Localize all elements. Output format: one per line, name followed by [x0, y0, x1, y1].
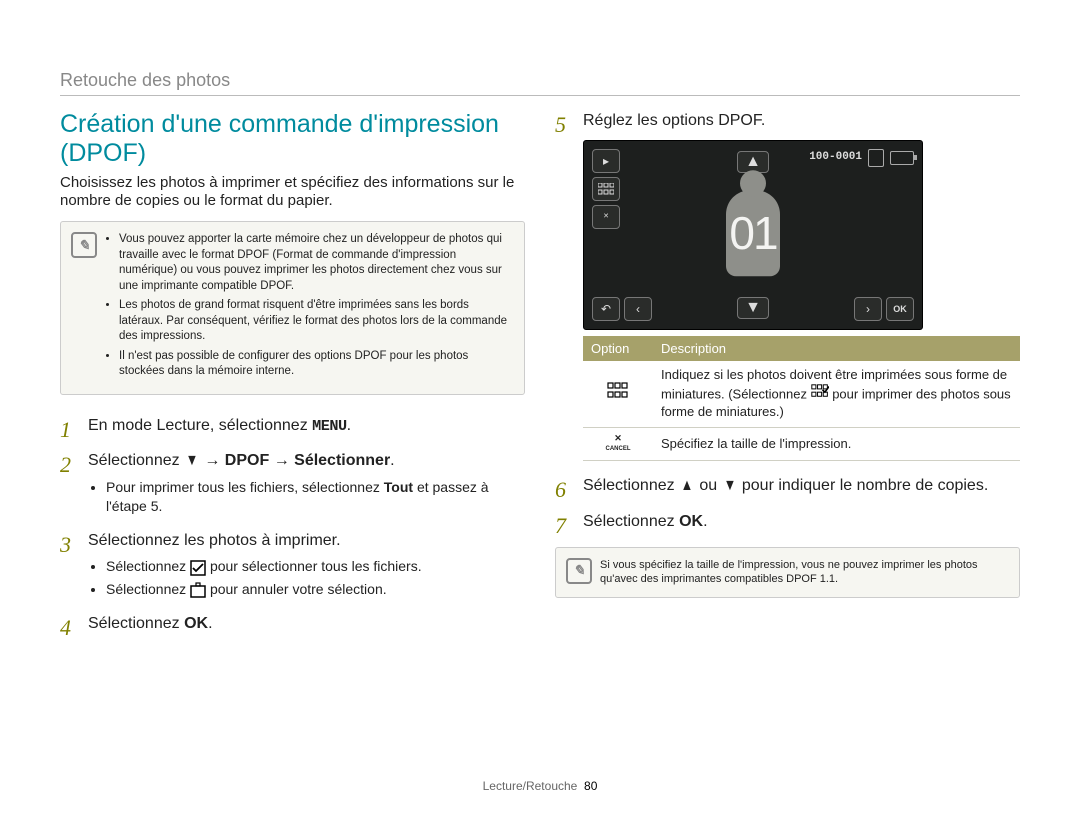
step-text: . [347, 417, 351, 434]
step-bold: DPOF [225, 452, 269, 469]
file-number: 100-0001 [809, 150, 862, 165]
ok-icon: OK [184, 613, 208, 635]
step-text: Sélectionnez les photos à imprimer. [88, 532, 341, 549]
step-1: En mode Lecture, sélectionnez MENU. [60, 415, 525, 437]
step-text: Réglez les options DPOF. [583, 112, 765, 129]
grid-icon [607, 382, 629, 400]
deselect-icon [190, 582, 206, 598]
chevron-down-icon: ▼ [723, 475, 736, 497]
step-4: Sélectionnez OK. [60, 613, 525, 635]
step-text: Sélectionnez [583, 477, 679, 494]
step-text: ou [695, 477, 722, 494]
substep-text: pour annuler votre sélection. [206, 581, 387, 597]
table-row: ✕CANCEL Spécifiez la taille de l'impress… [583, 427, 1020, 461]
step-text: Sélectionnez [88, 452, 184, 469]
thumbnail-icon [592, 177, 620, 201]
substep: Pour imprimer tous les fichiers, sélecti… [106, 478, 525, 516]
chevron-down-icon: ▼ [186, 450, 199, 472]
down-button[interactable]: ▼ [737, 297, 769, 319]
step-text: Sélectionnez [583, 513, 679, 530]
th-option: Option [583, 336, 653, 362]
footer-section: Lecture/Retouche [483, 779, 578, 793]
step-text: . [703, 513, 707, 530]
warning-note: ✎ Si vous spécifiez la taille de l'impre… [555, 547, 1020, 599]
step-5: Réglez les options DPOF. ▸ ✕ 100-0001 ▲ [555, 110, 1020, 461]
ok-button[interactable]: OK [886, 297, 914, 321]
cancel-icon: ✕ [592, 205, 620, 229]
step-2: Sélectionnez ▼ → DPOF → Sélectionner. Po… [60, 450, 525, 515]
substep-text: Sélectionnez [106, 558, 190, 574]
substep-text: Pour imprimer tous les fichiers, sélecti… [106, 479, 384, 495]
step-7: Sélectionnez OK. [555, 511, 1020, 533]
back-button[interactable]: ↶ [592, 297, 620, 321]
header-divider [60, 95, 1020, 96]
step-6: Sélectionnez ▲ ou ▼ pour indiquer le nom… [555, 475, 1020, 497]
option-desc: Spécifiez la taille de l'impression. [653, 427, 1020, 461]
page-header: Retouche des photos [60, 70, 1020, 91]
sd-card-icon [868, 149, 884, 167]
prev-button[interactable]: ‹ [624, 297, 652, 321]
substep-text: pour sélectionner tous les fichiers. [206, 558, 422, 574]
ok-icon: OK [679, 511, 703, 533]
camera-preview: ▸ ✕ 100-0001 ▲ 01 ▼ [583, 140, 923, 330]
step-bold: Sélectionner [294, 452, 390, 469]
footer-page-number: 80 [584, 779, 597, 793]
note-bullet: Il n'est pas possible de configurer des … [119, 349, 512, 380]
info-note: ✎ Vous pouvez apporter la carte mémoire … [60, 221, 525, 395]
page-footer: Lecture/Retouche 80 [0, 779, 1080, 793]
battery-icon [890, 151, 914, 165]
substep-text: Sélectionnez [106, 581, 190, 597]
step-text: → [269, 452, 294, 469]
size-cancel-icon: ✕CANCEL [606, 434, 631, 452]
next-button[interactable]: › [854, 297, 882, 321]
step-text: → [200, 452, 225, 469]
step-text: . [390, 452, 394, 469]
note-text: Si vous spécifiez la taille de l'impress… [600, 559, 978, 586]
select-all-icon [190, 560, 206, 576]
right-column: Réglez les options DPOF. ▸ ✕ 100-0001 ▲ [555, 110, 1020, 649]
note-icon: ✎ [71, 232, 97, 258]
steps-list-left: En mode Lecture, sélectionnez MENU. Séle… [60, 415, 525, 635]
left-column: Création d'une commande d'impression (DP… [60, 110, 525, 649]
step-text: Sélectionnez [88, 615, 184, 632]
note-bullet: Les photos de grand format risquent d'êt… [119, 298, 512, 345]
copy-count: 01 [729, 202, 776, 264]
steps-list-right: Réglez les options DPOF. ▸ ✕ 100-0001 ▲ [555, 110, 1020, 533]
step-text: En mode Lecture, sélectionnez [88, 417, 312, 434]
step-text: pour indiquer le nombre de copies. [737, 477, 988, 494]
step-text: . [208, 615, 212, 632]
table-row: Indiquez si les photos doivent être impr… [583, 361, 1020, 427]
substep: Sélectionnez pour annuler votre sélectio… [106, 580, 525, 599]
note-bullet: Vous pouvez apporter la carte mémoire ch… [119, 232, 512, 294]
menu-icon: MENU [312, 416, 346, 437]
option-desc: Indiquez si les photos doivent être impr… [653, 361, 1020, 427]
substep-bold: Tout [384, 479, 413, 495]
chevron-up-icon: ▲ [681, 475, 694, 497]
grid-check-icon [811, 384, 829, 398]
section-title: Création d'une commande d'impression (DP… [60, 110, 525, 168]
substep: Sélectionnez pour sélectionner tous les … [106, 557, 525, 576]
step-3: Sélectionnez les photos à imprimer. Séle… [60, 530, 525, 599]
camera-top-right: 100-0001 [809, 149, 914, 167]
th-description: Description [653, 336, 1020, 362]
note-icon: ✎ [566, 558, 592, 584]
options-table: Option Description Indiquez si les photo… [583, 336, 1020, 462]
play-mode-icon: ▸ [592, 149, 620, 173]
intro-text: Choisissez les photos à imprimer et spéc… [60, 174, 525, 212]
